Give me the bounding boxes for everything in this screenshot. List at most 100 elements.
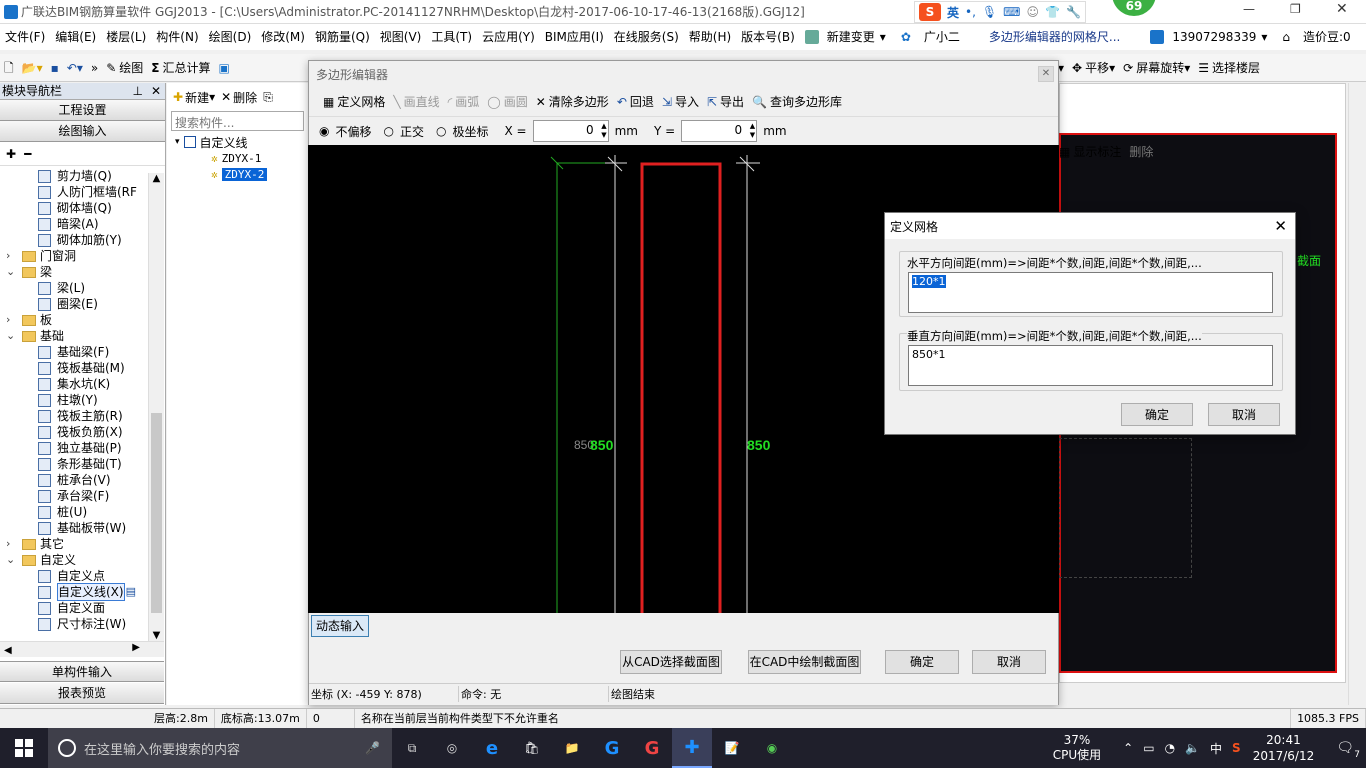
spinner-icon[interactable]: ▲ ▼ [601, 122, 606, 140]
swirl-app-icon[interactable]: ◎ [432, 728, 472, 768]
menu-item-bim[interactable]: BIM应用(I) [540, 24, 609, 50]
nav-tree-folder[interactable]: ⌄ 自定义 [0, 552, 148, 568]
nav-tree-item[interactable]: 自定义线(X) ▤ [0, 583, 148, 601]
menu-item-file[interactable]: 文件(F) [0, 24, 50, 50]
nav-tree-item[interactable]: 承台梁(F) [0, 488, 148, 504]
component-item[interactable]: ✲ ZDYX-1 [175, 150, 308, 166]
cpu-meter[interactable]: 37% CPU使用 [1053, 733, 1101, 763]
show-label-button[interactable]: 显示标注 [1073, 143, 1121, 160]
mode-ortho[interactable]: ○ 正交 [384, 123, 425, 140]
dynamic-input-toggle[interactable]: 动态输入 [311, 615, 369, 637]
grid-cancel-button[interactable]: 取消 [1208, 403, 1280, 426]
collapse-chevron-icon[interactable]: ⌄ [6, 328, 16, 344]
nav-tree-item[interactable]: 筏板负筋(X) [0, 424, 148, 440]
bg-delete-button[interactable]: 删除 [1129, 143, 1153, 160]
component-search-input[interactable]: 搜索构件... [171, 111, 304, 131]
nav-tree-folder[interactable]: › 其它 [0, 536, 148, 552]
x-input[interactable]: 0 ▲ ▼ [532, 120, 609, 142]
dialog-close-icon[interactable]: ✕ [1038, 66, 1054, 82]
edge-browser-icon[interactable]: e [472, 728, 512, 768]
query-library-button[interactable]: 🔍 查询多边形库 [748, 89, 846, 115]
clear-polygon-button[interactable]: ✕ 清除多边形 [532, 89, 613, 115]
new-component-button[interactable]: ✚ 新建 ▾ [173, 89, 215, 106]
menu-item-floor[interactable]: 楼层(L) [101, 24, 151, 50]
nav-tree-item[interactable]: 人防门框墙(RF [0, 184, 148, 200]
notification-center-icon[interactable]: 🗨 7 [1336, 740, 1360, 760]
store-icon[interactable]: 🛍 [512, 728, 552, 768]
undo-icon[interactable]: ↶▾ [63, 55, 87, 81]
editor-ok-button[interactable]: 确定 [885, 650, 959, 674]
mode-polar[interactable]: ○ 极坐标 [436, 123, 489, 140]
component-item-selected[interactable]: ✲ ZDYX-2 [175, 166, 308, 182]
nav-tree-folder[interactable]: ⌄ 梁 [0, 264, 148, 280]
cad-select-button[interactable]: 从CAD选择截面图 [620, 650, 722, 674]
nav-tree-item[interactable]: 砌体加筋(Y) [0, 232, 148, 248]
menu-item-cloud[interactable]: 云应用(Y) [477, 24, 540, 50]
extra-list-icon[interactable]: ▤ [126, 584, 136, 600]
grid-dialog-close-icon[interactable]: ✕ [1274, 217, 1287, 235]
nav-tree-item[interactable]: 柱墩(Y) [0, 392, 148, 408]
glodon-app2-icon[interactable]: G [632, 728, 672, 768]
nav-tree-item[interactable]: 条形基础(T) [0, 456, 148, 472]
ime-bar[interactable]: S 英 •, 🎙 ⌨ ☺ 👕 🔧 [914, 1, 1086, 23]
editor-cancel-button[interactable]: 取消 [972, 650, 1046, 674]
collapse-chevron-icon[interactable]: ⌄ [6, 552, 16, 568]
clock[interactable]: 20:41 2017/6/12 [1253, 732, 1315, 764]
open-folder-icon[interactable]: 📂▾ [18, 55, 47, 81]
sum-button[interactable]: Σ 汇总计算 [147, 55, 214, 81]
nav-tree-item[interactable]: 自定义点 [0, 568, 148, 584]
nav-tree-item[interactable]: 砌体墙(Q) [0, 200, 148, 216]
nav-tree-item[interactable]: 基础板带(W) [0, 520, 148, 536]
expand-chevron-icon[interactable]: › [6, 312, 16, 328]
nav-h-scrollbar[interactable]: ◀ ▶ [0, 641, 164, 657]
new-file-icon[interactable]: 🗋 [0, 55, 18, 81]
menu-item-rebar[interactable]: 钢筋量(Q) [310, 24, 375, 50]
nav-tree-item[interactable]: 集水坑(K) [0, 376, 148, 392]
menu-item-version[interactable]: 版本号(B) [736, 24, 800, 50]
define-grid-button[interactable]: ▦ 定义网格 [319, 89, 389, 115]
taskbar-search-box[interactable]: 在这里输入你要搜索的内容 🎤 [48, 728, 392, 768]
menu-item-component[interactable]: 构件(N) [151, 24, 203, 50]
menu-item-modify[interactable]: 修改(M) [256, 24, 310, 50]
save-icon[interactable]: ▪ [47, 55, 63, 81]
menu-item-edit[interactable]: 编辑(E) [50, 24, 101, 50]
ggj-active-app-icon[interactable]: ✚ [672, 728, 712, 768]
pan-button[interactable]: ✥ 平移 ▾ [1068, 55, 1119, 81]
collapse-chevron-icon[interactable]: ⌄ [6, 264, 16, 280]
nav-tree-item[interactable]: 自定义面 [0, 600, 148, 616]
expand-chevron-icon[interactable]: › [6, 536, 16, 552]
y-input[interactable]: 0 ▲ ▼ [681, 120, 758, 142]
menu-item-online[interactable]: 在线服务(S) [609, 24, 684, 50]
export-button[interactable]: ⇱ 导出 [703, 89, 748, 115]
nav-tree-item[interactable]: 筏板主筋(R) [0, 408, 148, 424]
report-preview-button[interactable]: 报表预览 [0, 683, 164, 704]
nav-tree-item[interactable]: 圈梁(E) [0, 296, 148, 312]
grid-ok-button[interactable]: 确定 [1121, 403, 1193, 426]
nav-tree-item[interactable]: 桩承台(V) [0, 472, 148, 488]
microphone-icon[interactable]: 🎤 [365, 741, 380, 755]
draw-button[interactable]: ✎ 绘图 [102, 55, 147, 81]
draw-line-button[interactable]: ╲ 画直线 [389, 89, 443, 115]
cost-bean-button[interactable]: ⌂ 造价豆:0 [1272, 24, 1360, 50]
toolbar-overflow-icon[interactable]: » [87, 55, 102, 81]
nav-tree-folder[interactable]: › 门窗洞 [0, 248, 148, 264]
expand-all-icon[interactable]: ✚ [6, 147, 16, 161]
nav-tree-scrollbar[interactable]: ▲ ▼ [148, 173, 164, 641]
nav-tree-item[interactable]: 独立基础(P) [0, 440, 148, 456]
notification-badge[interactable]: 69 [1112, 0, 1156, 16]
collapse-all-icon[interactable]: ━ [24, 147, 31, 161]
import-button[interactable]: ⇲ 导入 [658, 89, 703, 115]
nav-tree-item[interactable]: 尺寸标注(W) [0, 616, 148, 632]
minimize-button[interactable]: — [1243, 2, 1255, 16]
copy-icon[interactable]: ⎘ [263, 90, 273, 105]
notes-app-icon[interactable]: 📝 [712, 728, 752, 768]
wifi-icon[interactable]: ◔ [1165, 741, 1175, 755]
assistant-button[interactable]: ✿ 广小二 [891, 24, 970, 50]
nav-tree-item[interactable]: 暗梁(A) [0, 216, 148, 232]
nav-close-icon[interactable]: ✕ [151, 83, 161, 99]
menu-item-draw[interactable]: 绘图(D) [204, 24, 257, 50]
draw-input-button[interactable]: 绘图输入 [0, 121, 165, 142]
tip-link[interactable]: 多边形编辑器的网格尺... [984, 24, 1125, 50]
cloud-icon[interactable]: ▣ [214, 55, 233, 81]
select-floor-button[interactable]: ☰ 选择楼层 [1194, 55, 1264, 81]
